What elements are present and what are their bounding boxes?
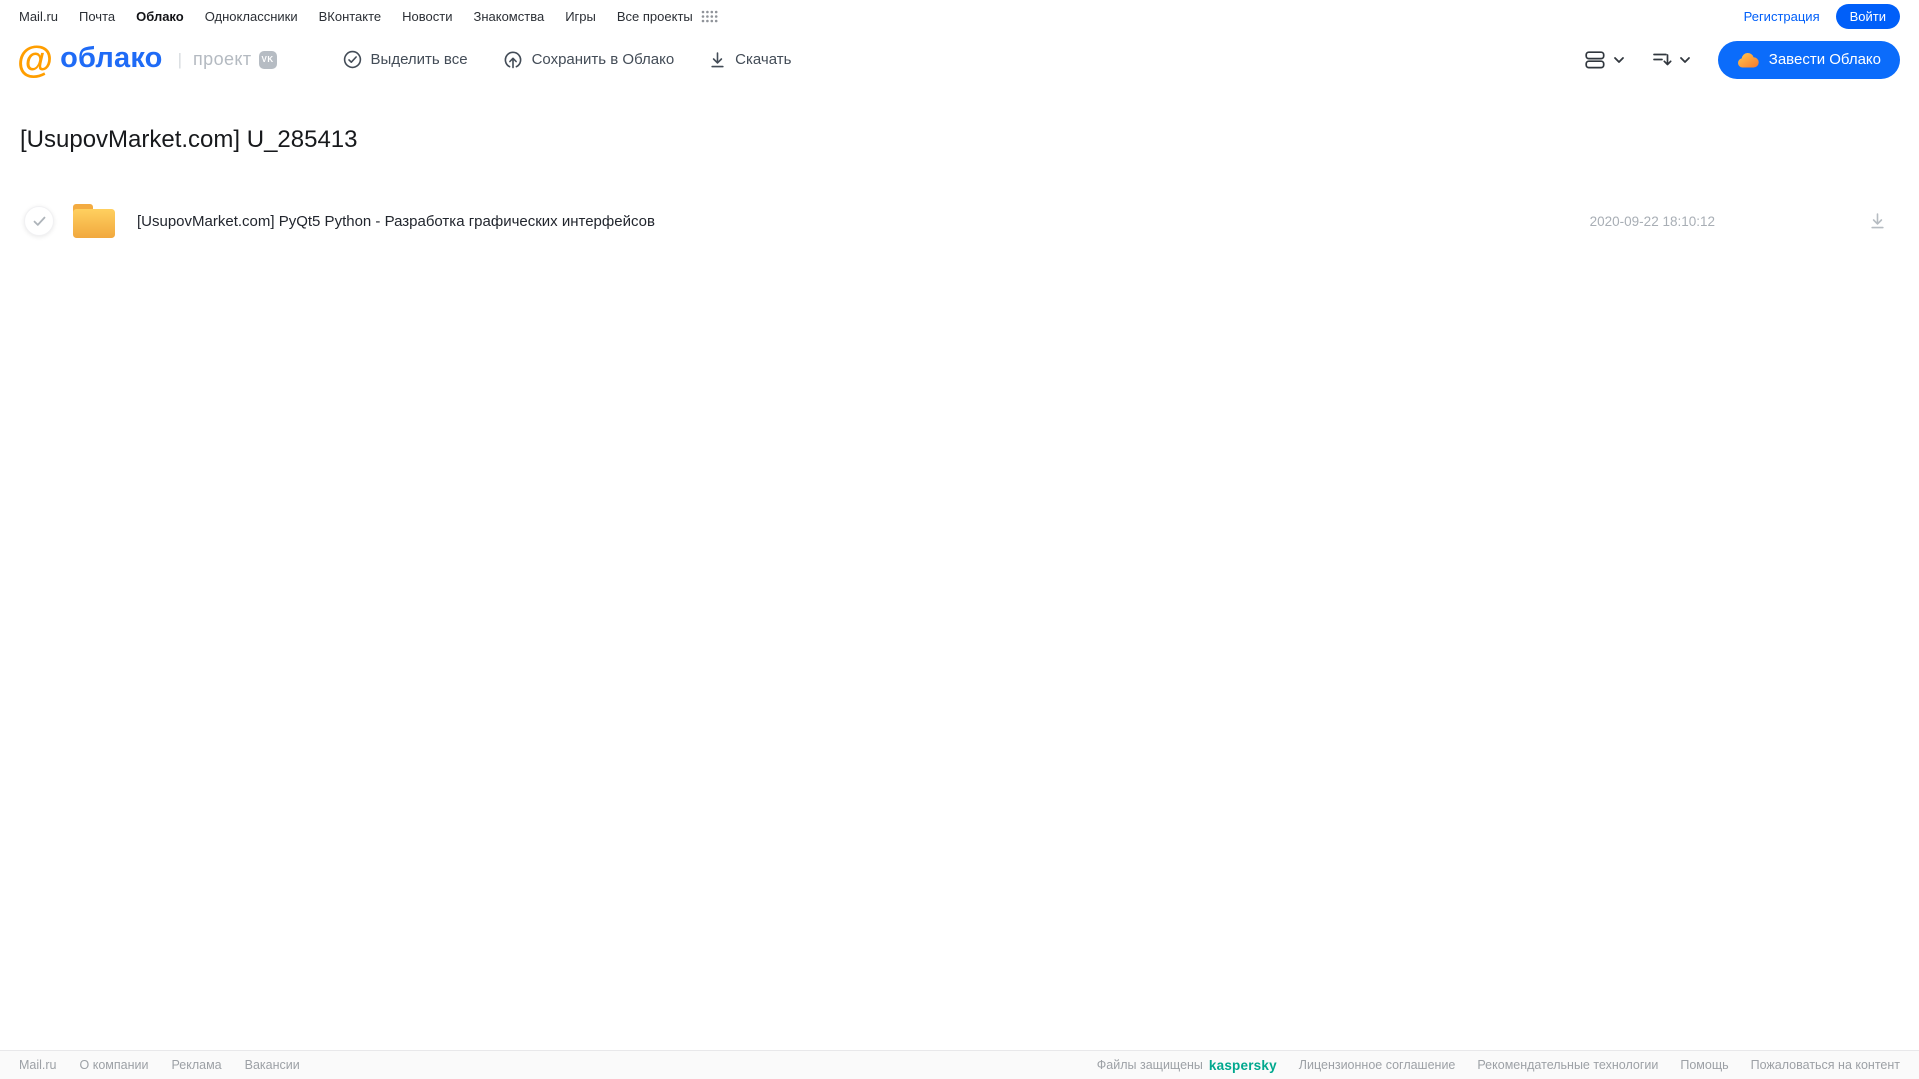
footer-link-mailru[interactable]: Mail.ru <box>19 1058 57 1072</box>
chevron-down-icon <box>1679 56 1691 64</box>
sort-button[interactable] <box>1652 51 1691 68</box>
footer-link-jobs[interactable]: Вакансии <box>245 1058 300 1072</box>
portal-link-novosti[interactable]: Новости <box>402 9 452 24</box>
sort-icon <box>1652 51 1672 68</box>
portal-link-vkontakte[interactable]: ВКонтакте <box>319 9 382 24</box>
download-label: Скачать <box>735 51 792 68</box>
view-mode-button[interactable] <box>1585 50 1625 69</box>
save-to-cloud-button[interactable]: Сохранить в Облако <box>503 50 675 69</box>
portal-link-pochta[interactable]: Почта <box>79 9 115 24</box>
footer: Mail.ru О компании Реклама Вакансии Файл… <box>0 1050 1919 1079</box>
file-row[interactable]: [UsupovMarket.com] PyQt5 Python - Разраб… <box>0 199 1919 243</box>
vk-badge-icon: VK <box>258 50 277 69</box>
chevron-down-icon <box>1613 56 1625 64</box>
footer-link-about[interactable]: О компании <box>80 1058 149 1072</box>
header-right: Завести Облако <box>1585 40 1900 79</box>
view-mode-icon <box>1585 50 1606 69</box>
download-icon <box>709 51 726 69</box>
logo-divider: | <box>177 49 183 69</box>
kaspersky-logo[interactable]: kaspersky <box>1209 1058 1277 1073</box>
logo-text: облако <box>60 41 163 74</box>
select-all-label: Выделить все <box>370 51 468 68</box>
download-button[interactable]: Скачать <box>709 51 791 69</box>
check-circle-icon <box>343 50 362 69</box>
header: @ облако | проект VK Выделить все Сохран… <box>0 33 1919 86</box>
file-date: 2020-09-22 18:10:12 <box>1589 213 1715 229</box>
page-title: [UsupovMarket.com] U_285413 <box>20 126 358 153</box>
file-name-link[interactable]: [UsupovMarket.com] PyQt5 Python - Разраб… <box>137 213 1590 230</box>
portal-link-igry[interactable]: Игры <box>565 9 596 24</box>
portal-link-znakomstva[interactable]: Знакомства <box>473 9 544 24</box>
toolbar: Выделить все Сохранить в Облако Скачать <box>343 50 791 69</box>
get-cloud-label: Завести Облако <box>1768 51 1881 68</box>
row-download-icon[interactable] <box>1869 212 1886 230</box>
footer-link-help[interactable]: Помощь <box>1680 1058 1728 1072</box>
registration-link[interactable]: Регистрация <box>1744 9 1820 24</box>
orange-cloud-icon <box>1737 52 1759 68</box>
footer-right: Файлы защищены kaspersky Лицензионное со… <box>1097 1058 1900 1073</box>
portal-link-odnoklassniki[interactable]: Одноклассники <box>205 9 298 24</box>
row-checkbox[interactable] <box>24 206 54 236</box>
footer-left: Mail.ru О компании Реклама Вакансии <box>19 1058 300 1072</box>
footer-link-report[interactable]: Пожаловаться на контент <box>1751 1058 1900 1072</box>
portal-nav: Mail.ru Почта Облако Одноклассники ВКонт… <box>0 0 1919 33</box>
save-to-cloud-label: Сохранить в Облако <box>531 51 675 68</box>
portal-link-all-projects[interactable]: Все проекты <box>617 9 693 24</box>
portal-link-oblako[interactable]: Облако <box>136 9 184 24</box>
cloud-logo[interactable]: @ облако <box>17 38 163 80</box>
select-all-button[interactable]: Выделить все <box>343 50 468 69</box>
login-button[interactable]: Войти <box>1835 4 1900 29</box>
main-content: [UsupovMarket.com] U_285413 [UsupovMarke… <box>0 126 1919 243</box>
project-text: проект <box>193 49 252 69</box>
project-label: проект VK <box>193 49 277 70</box>
footer-link-license[interactable]: Лицензионное соглашение <box>1299 1058 1456 1072</box>
apps-grid-icon[interactable] <box>701 10 718 23</box>
protected-label: Файлы защищены <box>1096 1058 1203 1072</box>
footer-link-recommendation-tech[interactable]: Рекомендательные технологии <box>1477 1058 1658 1072</box>
mailru-at-icon: @ <box>17 38 54 80</box>
portal-link-mailru[interactable]: Mail.ru <box>19 9 58 24</box>
footer-link-ads[interactable]: Реклама <box>171 1058 221 1072</box>
folder-icon <box>71 202 117 240</box>
get-cloud-button[interactable]: Завести Облако <box>1717 40 1900 79</box>
cloud-upload-icon <box>503 50 523 69</box>
files-protected: Файлы защищены kaspersky <box>1097 1058 1277 1073</box>
